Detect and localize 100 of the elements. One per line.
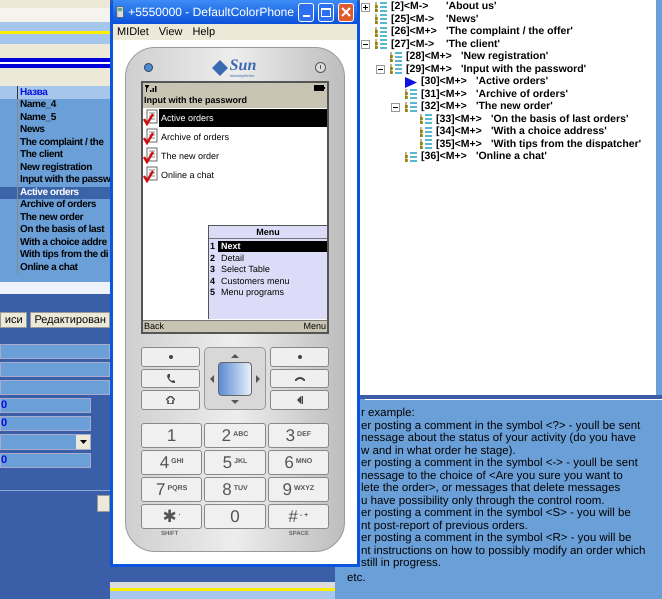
softkey-label[interactable]: Menu <box>303 320 326 334</box>
table-row[interactable]: Name_4 <box>0 99 110 112</box>
screen-title: Input with the password <box>143 93 327 108</box>
table-row[interactable]: With a choice addre <box>0 236 110 249</box>
table-row[interactable]: On the basis of last <box>0 224 110 236</box>
node-id[interactable]: [30]<M+> <box>421 74 473 90</box>
menu-item[interactable]: MIDlet <box>117 24 149 40</box>
toolbar-button[interactable]: Редактирован <box>30 312 110 328</box>
node-label[interactable]: 'About us' <box>446 0 496 16</box>
table-cell-text: New registration <box>19 162 92 174</box>
minus-icon <box>363 42 368 48</box>
menu-option[interactable]: Menu programs <box>218 287 327 298</box>
tree-node-icon <box>374 14 388 26</box>
minus-icon <box>393 104 398 110</box>
home-icon <box>166 396 175 404</box>
phone-handset-icon <box>166 374 174 383</box>
help-text-line: er posting a comment in the symbol <R> - you will be <box>361 532 632 544</box>
node-label[interactable]: 'With a choice address' <box>491 124 607 140</box>
table-row[interactable]: News <box>0 124 110 136</box>
keypad-key[interactable]: 0 <box>204 504 266 529</box>
item-number: 2 <box>209 252 216 264</box>
list-item[interactable]: The new order <box>159 146 327 164</box>
tree-node-icon <box>419 126 433 138</box>
popup-title: Menu <box>209 226 327 239</box>
help-text-line: er posting a comment in the symbol <-> - youll be sent <box>361 457 639 470</box>
call-key[interactable] <box>141 368 200 388</box>
help-text-line: nt post-report of previous orders. <box>361 520 529 532</box>
button[interactable] <box>97 495 110 512</box>
signal-icon <box>145 84 158 92</box>
list-item[interactable]: Online a chat <box>159 166 327 184</box>
select-key[interactable] <box>218 362 252 396</box>
help-text-line: r example: <box>361 407 416 420</box>
table-cell-text: Input with the passw <box>19 174 110 186</box>
table-cell-text: Online a chat <box>19 262 78 274</box>
tree-node-icon <box>389 52 403 63</box>
help-text-line: lete the order>, or messages that delete messages <box>361 482 622 494</box>
softkey-label[interactable]: Back <box>144 320 164 334</box>
menu-item[interactable]: View <box>158 24 182 40</box>
list-item[interactable]: Active orders <box>159 108 327 126</box>
node-label[interactable]: 'Online a chat' <box>476 149 547 166</box>
indicator-light <box>144 63 153 72</box>
table-row[interactable]: New registration <box>0 162 110 174</box>
table-row[interactable]: The new order <box>0 212 110 224</box>
maximize-button[interactable] <box>318 2 334 22</box>
tree-node-icon <box>389 64 403 76</box>
minus-icon <box>378 67 383 72</box>
table-cell-text: Active orders <box>19 186 79 199</box>
navigation-pad[interactable] <box>204 347 266 410</box>
expand-toggle[interactable] <box>361 2 370 12</box>
table-row[interactable]: The complaint / the <box>0 136 110 149</box>
table-cell-text: The client <box>19 149 63 162</box>
node-id[interactable]: [36]<M+> <box>421 149 473 166</box>
input-field[interactable]: 0 <box>0 453 91 468</box>
minimize-button[interactable] <box>298 2 314 22</box>
node-id[interactable]: [34]<M+> <box>436 124 488 140</box>
table-cell-text: The complaint / the <box>19 136 104 149</box>
input-field[interactable] <box>0 362 110 377</box>
node-id[interactable]: [32]<M+> <box>421 99 473 116</box>
tree-node-icon <box>374 39 388 50</box>
collapse-toggle[interactable] <box>376 65 385 74</box>
help-text-line: nt instructions on how to possibly modify an order which <box>361 544 646 557</box>
node-id[interactable]: [26]<M+> <box>391 24 443 40</box>
node-label[interactable]: 'The new order' <box>476 99 553 116</box>
list-item[interactable]: Archive of orders <box>159 128 327 146</box>
soft-key[interactable] <box>270 347 329 367</box>
node-id[interactable]: [2]<M-> <box>391 0 443 16</box>
keypad-key[interactable]: 1 <box>141 423 202 448</box>
table-row[interactable]: Active orders <box>0 186 110 199</box>
collapse-toggle[interactable] <box>361 40 370 50</box>
table-cell-text: Name_4 <box>19 99 56 112</box>
tree-node-icon <box>419 114 433 126</box>
close-button[interactable] <box>338 2 354 22</box>
table-row[interactable]: With tips from the di <box>0 249 110 262</box>
menu-option[interactable]: Customers menu <box>218 276 327 287</box>
soft-key[interactable] <box>141 347 200 367</box>
table-row[interactable]: Online a chat <box>0 262 110 274</box>
menu-option[interactable]: Next <box>218 241 327 252</box>
phone-icon <box>116 5 124 19</box>
menu-option[interactable]: Detail <box>218 252 327 264</box>
dropdown-field[interactable] <box>0 434 91 450</box>
tree-node-icon <box>404 102 418 113</box>
node-label[interactable]: 'Active orders' <box>476 74 548 90</box>
table-cell-text: Name_5 <box>19 112 56 124</box>
table-row[interactable]: Archive of orders <box>0 199 110 212</box>
home-key[interactable] <box>141 390 200 410</box>
table-row[interactable]: The client <box>0 149 110 162</box>
menu-item[interactable]: Help <box>192 24 216 40</box>
input-field[interactable]: 0 <box>0 398 91 413</box>
input-field[interactable] <box>0 344 110 359</box>
help-text-line: er posting a comment in the symbol <?> - youll be sent <box>361 420 642 432</box>
table-row[interactable]: Name_5 <box>0 112 110 124</box>
clear-key[interactable] <box>270 390 329 410</box>
table-cell-text: On the basis of last <box>19 224 104 236</box>
menu-option[interactable]: Select Table <box>218 264 327 276</box>
battery-icon <box>314 85 325 91</box>
input-field[interactable]: 0 <box>0 416 91 431</box>
input-field[interactable] <box>0 380 110 395</box>
tree-node-icon <box>374 26 388 38</box>
toolbar-button[interactable]: иси <box>0 312 28 328</box>
collapse-toggle[interactable] <box>391 102 400 112</box>
